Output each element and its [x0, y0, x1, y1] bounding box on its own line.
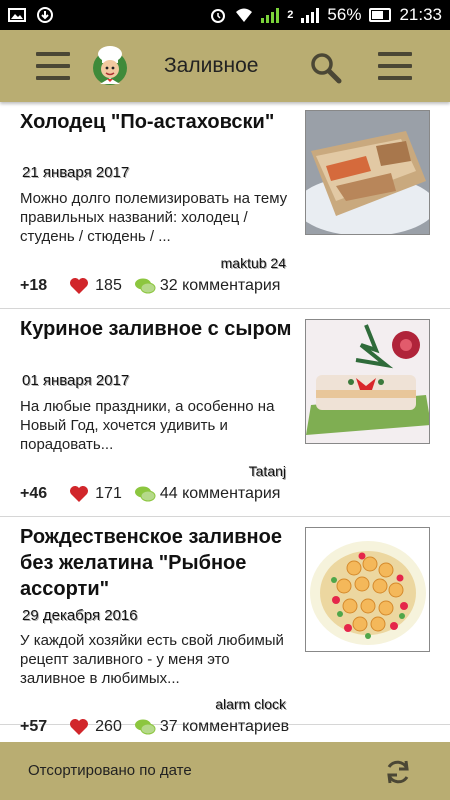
alarm-icon: [211, 9, 226, 23]
recipe-author[interactable]: Tatanj: [249, 463, 286, 479]
sim-indicator: 2: [287, 9, 294, 21]
recipe-date: 01 января 2017: [22, 372, 130, 389]
heart-icon[interactable]: [69, 277, 89, 295]
hamburger-icon: [36, 52, 70, 80]
recipe-stats: +46 171 44 комментария: [20, 485, 280, 503]
recipe-title[interactable]: Рождественское заливное без желатина "Ры…: [20, 524, 295, 602]
comments-icon[interactable]: [134, 485, 156, 503]
recipe-score: +57: [20, 718, 48, 735]
recipe-author[interactable]: alarm clock: [215, 696, 286, 712]
app-bar: Заливное: [0, 30, 450, 102]
comments-count[interactable]: 37 комментариев: [160, 718, 289, 736]
bottom-bar: Отсортировано по дате: [0, 742, 450, 800]
recipe-description: На любые праздники, а особенно на Новый …: [20, 398, 275, 453]
recipe-description: У каждой хозяйки есть свой любимый рецеп…: [20, 632, 284, 687]
recipe-thumbnail[interactable]: [305, 527, 430, 652]
clock: 21:33: [399, 5, 442, 24]
recipe-thumbnail[interactable]: [305, 110, 430, 235]
page-title: Заливное: [164, 54, 259, 77]
battery-percent: 56%: [327, 5, 362, 24]
recipe-title[interactable]: Холодец "По-астаховски": [20, 109, 295, 135]
recipe-score: +18: [20, 277, 48, 294]
refresh-button[interactable]: [384, 758, 412, 786]
recipe-card[interactable]: Рождественское заливное без желатина "Ры…: [0, 517, 450, 735]
chef-logo-icon: [93, 46, 127, 85]
heart-icon[interactable]: [69, 718, 89, 736]
recipe-stats: +18 185 32 комментария: [20, 277, 280, 295]
recipe-stats: +57 260 37 комментариев: [20, 718, 289, 736]
signal-strength-sim1-icon: [261, 7, 280, 23]
more-menu-icon: [378, 52, 412, 80]
search-icon: [311, 53, 342, 84]
recipe-thumbnail[interactable]: [305, 319, 430, 444]
likes-count: 171: [95, 485, 122, 502]
recipe-title[interactable]: Куриное заливное с сыром: [20, 316, 295, 342]
likes-count: 185: [95, 277, 122, 294]
comments-icon[interactable]: [134, 277, 156, 295]
recipe-date: 21 января 2017: [22, 164, 130, 181]
recipe-author[interactable]: maktub 24: [221, 255, 286, 271]
likes-count: 260: [95, 718, 122, 735]
heart-icon[interactable]: [69, 485, 89, 503]
comments-count[interactable]: 32 комментария: [160, 277, 281, 295]
recipe-date: 29 декабря 2016: [22, 607, 138, 624]
recipe-card[interactable]: Холодец "По-астаховски" 21 января 2017 М…: [0, 102, 450, 309]
wifi-icon: [236, 8, 253, 22]
more-options-button[interactable]: [378, 52, 412, 80]
navigation-menu-button[interactable]: [36, 52, 70, 80]
comments-count[interactable]: 44 комментария: [160, 485, 281, 503]
signal-strength-sim2-icon: [301, 7, 320, 23]
comments-icon[interactable]: [134, 718, 156, 736]
refresh-icon: [387, 760, 409, 784]
status-bar: 2 56% 21:33: [0, 0, 450, 30]
recipe-description: Можно долго полемизировать на тему прави…: [20, 190, 288, 245]
gallery-notification-icon: [8, 8, 26, 22]
search-button[interactable]: [308, 50, 344, 86]
recipe-list[interactable]: Холодец "По-астаховски" 21 января 2017 М…: [0, 102, 450, 742]
recipe-score: +46: [20, 485, 48, 502]
download-notification-icon: [37, 7, 53, 23]
sort-label[interactable]: Отсортировано по дате: [28, 762, 192, 779]
battery-icon: [369, 8, 392, 22]
recipe-card[interactable]: Куриное заливное с сыром 01 января 2017 …: [0, 309, 450, 517]
